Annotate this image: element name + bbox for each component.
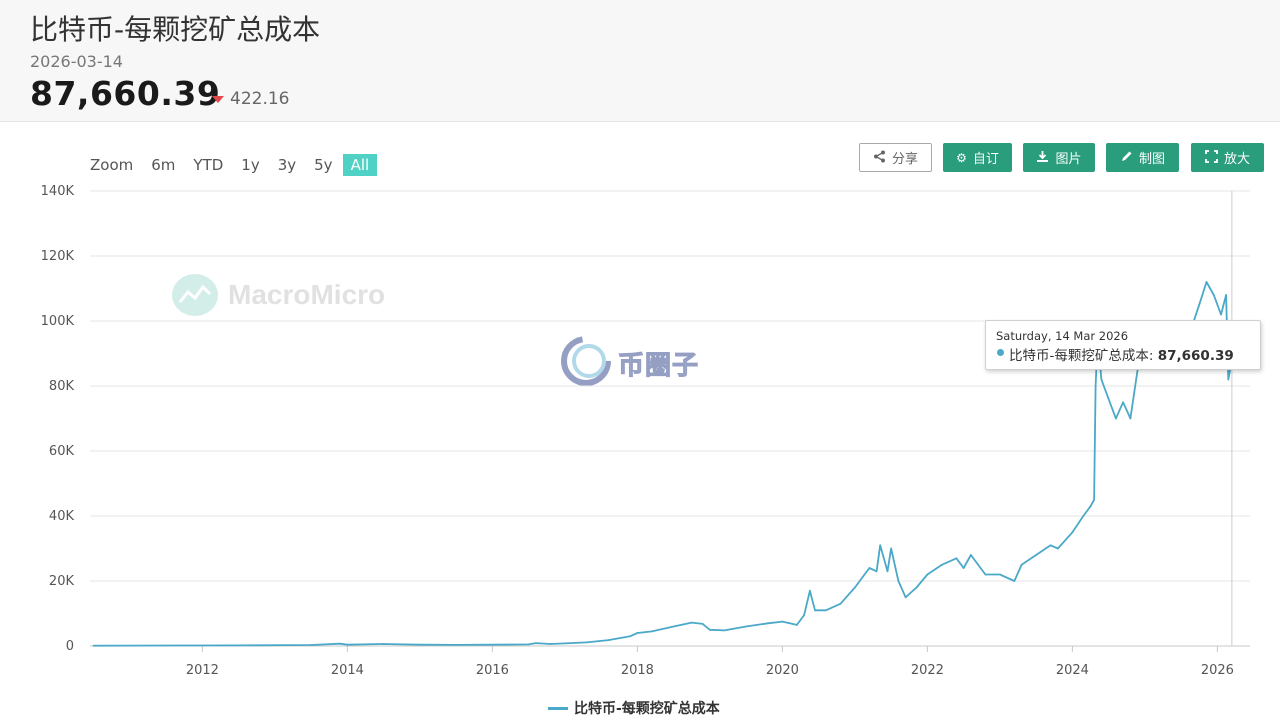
chart-legend[interactable]: 比特币-每颗挖矿总成本: [548, 698, 720, 718]
data-point: [809, 589, 811, 592]
data-point: [814, 609, 816, 612]
x-tick-label: 2016: [476, 663, 509, 678]
data-point: [1122, 401, 1124, 404]
data-point: [915, 586, 918, 589]
data-point: [690, 621, 693, 624]
data-point: [585, 641, 588, 644]
data-point: [339, 642, 341, 645]
x-axis: 2012 2014 2016 2018 2020 2022 2024 2026: [186, 646, 1234, 678]
data-point: [651, 630, 653, 633]
data-point: [1089, 505, 1092, 508]
data-point: [1115, 417, 1117, 420]
data-point: [886, 570, 889, 573]
tooltip-series-name: 比特币-每颗挖矿总成本: [1009, 348, 1149, 364]
data-point: [1082, 515, 1085, 517]
data-point: [825, 609, 827, 612]
data-point: [904, 596, 907, 599]
data-point: [709, 628, 711, 631]
data-point: [1020, 563, 1023, 566]
data-point: [875, 570, 878, 573]
y-tick-label: 100K: [41, 314, 75, 329]
data-point: [796, 624, 798, 626]
data-point: [165, 644, 168, 647]
tooltip-series-row: 比特币-每颗挖矿总成本: 87,660.39: [1009, 348, 1234, 364]
x-tick-label: 2022: [911, 663, 944, 678]
data-point: [745, 625, 747, 628]
data-point: [723, 629, 726, 632]
data-point: [629, 635, 631, 638]
data-point: [1227, 378, 1230, 381]
data-point: [803, 614, 805, 616]
y-tick-label: 0: [66, 639, 74, 654]
data-point: [1035, 554, 1037, 556]
y-tick-label: 140K: [41, 184, 75, 199]
data-point: [1212, 294, 1215, 296]
legend-swatch: [548, 706, 568, 710]
data-point: [1049, 544, 1052, 547]
data-point: [879, 544, 882, 547]
data-point: [984, 573, 987, 576]
tooltip-series-dot: [997, 349, 1004, 356]
data-point: [955, 557, 958, 560]
data-point: [890, 547, 892, 550]
tooltip-value: 87,660.39: [1157, 348, 1234, 364]
data-point: [1071, 531, 1074, 534]
data-point: [1094, 385, 1097, 387]
data-point: [1129, 417, 1132, 420]
x-tick-label: 2026: [1201, 663, 1234, 678]
tooltip-date: Saturday, 14 Mar 2026: [996, 329, 1129, 343]
data-point: [839, 602, 842, 605]
x-tick-label: 2014: [331, 663, 364, 678]
data-point: [1225, 294, 1227, 296]
data-point: [897, 580, 900, 582]
data-point: [419, 643, 421, 646]
data-point: [1093, 498, 1095, 501]
data-point: [868, 567, 871, 569]
data-point: [527, 643, 530, 646]
data-point: [346, 643, 349, 646]
y-tick-label: 120K: [41, 249, 75, 264]
data-point: [999, 573, 1001, 576]
data-point: [926, 573, 929, 576]
x-tick-label: 2024: [1056, 663, 1089, 678]
data-point: [1220, 313, 1222, 316]
data-point: [1107, 398, 1110, 400]
data-point: [92, 644, 95, 647]
data-point: [701, 623, 704, 625]
y-tick-label: 80K: [49, 379, 75, 394]
data-point: [549, 643, 552, 645]
y-tick-label: 60K: [49, 444, 75, 459]
data-point: [455, 644, 457, 646]
y-tick-label: 40K: [49, 509, 75, 524]
data-point: [237, 644, 240, 647]
data-point: [854, 586, 856, 589]
data-point: [672, 625, 675, 628]
y-axis: 0 20K 40K 60K 80K 100K 120K 140K: [41, 184, 75, 654]
data-point: [941, 563, 943, 566]
y-tick-label: 20K: [49, 574, 75, 589]
data-point: [1205, 281, 1208, 283]
data-point: [1013, 580, 1016, 582]
data-point: [767, 622, 769, 625]
x-tick-label: 2020: [766, 663, 799, 678]
data-point: [1198, 303, 1201, 306]
data-point: [781, 620, 784, 623]
data-point: [491, 643, 494, 646]
data-point: [970, 554, 972, 556]
x-tick-label: 2012: [186, 663, 219, 678]
legend-series-label: 比特币-每颗挖矿总成本: [574, 701, 720, 717]
data-point: [310, 644, 312, 646]
data-point: [1057, 547, 1059, 550]
chart-tooltip: Saturday, 14 Mar 2026 比特币-每颗挖矿总成本: 87,66…: [985, 320, 1261, 370]
data-point: [607, 639, 610, 641]
data-point: [636, 632, 639, 634]
x-tick-label: 2018: [621, 663, 654, 678]
data-point: [1100, 378, 1103, 381]
data-point: [564, 642, 566, 645]
data-point: [382, 643, 385, 645]
gridlines: [90, 190, 1250, 647]
data-point: [962, 567, 965, 569]
data-point: [535, 642, 537, 644]
